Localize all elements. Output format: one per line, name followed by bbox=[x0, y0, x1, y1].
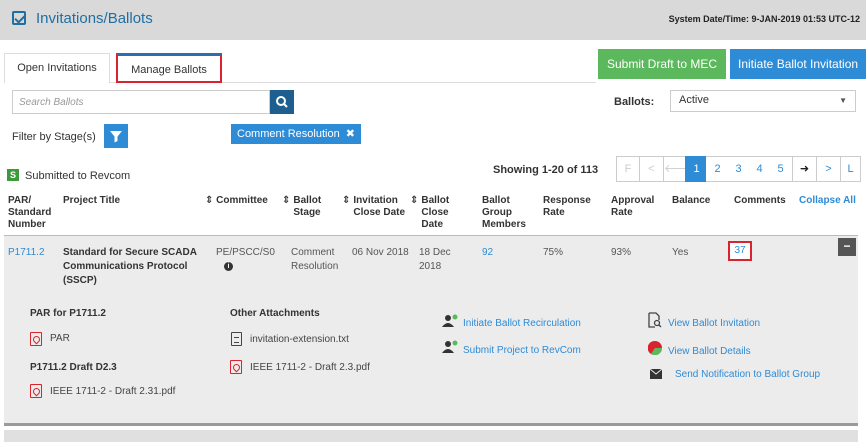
header-par[interactable]: PAR/ Standard Number bbox=[8, 195, 60, 231]
pager-next[interactable]: > bbox=[817, 156, 841, 182]
header-group-members[interactable]: Ballot Group Members bbox=[482, 195, 526, 231]
ballots-select[interactable]: Active ▼ bbox=[670, 90, 856, 112]
project-title-cell: Standard for Secure SCADA Communications… bbox=[63, 247, 197, 286]
ballot-stage-cell: Comment Resolution bbox=[291, 247, 339, 272]
pdf-icon bbox=[30, 332, 42, 346]
system-datetime: System Date/Time: 9-JAN-2019 01:53 UTC-1… bbox=[668, 14, 860, 24]
envelope-icon bbox=[650, 369, 662, 379]
pager-forward-arrow[interactable]: ➜ bbox=[793, 156, 817, 182]
pdf-icon bbox=[230, 360, 242, 374]
header-invitation-close[interactable]: ⇕ Invitation Close Date bbox=[342, 195, 405, 219]
send-notification-link[interactable]: Send Notification to Ballot Group bbox=[675, 369, 820, 380]
filter-stage-label: Filter by Stage(s) bbox=[12, 131, 96, 143]
pager-page-5[interactable]: 5 bbox=[769, 156, 793, 182]
header-approval-rate[interactable]: Approval Rate bbox=[611, 195, 654, 219]
draft-file-link[interactable]: IEEE 1711-2 - Draft 2.31.pdf bbox=[50, 386, 175, 397]
tab-open-invitations[interactable]: Open Invitations bbox=[4, 53, 110, 83]
header-invitation-close-label: Invitation Close Date bbox=[353, 195, 406, 218]
draft-23-link[interactable]: IEEE 1711-2 - Draft 2.3.pdf bbox=[250, 362, 370, 373]
checkbox-icon bbox=[12, 11, 26, 25]
status-text: Submitted to Revcom bbox=[25, 170, 131, 182]
close-icon[interactable]: ✖ bbox=[346, 124, 355, 144]
search-button[interactable] bbox=[270, 90, 294, 114]
top-bar: Invitations/Ballots System Date/Time: 9-… bbox=[0, 0, 866, 40]
chevron-down-icon: ▼ bbox=[839, 96, 847, 105]
stage-filter-chip[interactable]: Comment Resolution ✖ bbox=[231, 124, 361, 144]
pie-chart-icon bbox=[648, 341, 662, 355]
pager-prev[interactable]: < bbox=[640, 156, 664, 182]
status-badge: S bbox=[7, 169, 19, 181]
initiate-recirculation-link[interactable]: Initiate Ballot Recirculation bbox=[463, 318, 581, 329]
ballots-select-value: Active bbox=[679, 94, 709, 106]
sort-icon: ⇕ bbox=[205, 195, 214, 206]
user-add-icon bbox=[442, 340, 458, 353]
results-count: Showing 1-20 of 113 bbox=[493, 164, 599, 176]
filter-icon bbox=[110, 131, 122, 143]
header-response-rate[interactable]: Response Rate bbox=[543, 195, 591, 219]
text-file-icon bbox=[231, 332, 242, 346]
pager-last[interactable]: L bbox=[841, 156, 861, 182]
group-members-link[interactable]: 92 bbox=[482, 246, 493, 260]
document-search-icon bbox=[648, 312, 662, 328]
header-ballot-stage-label: Ballot Stage bbox=[293, 195, 322, 218]
par-link[interactable]: P1711.2 bbox=[8, 246, 45, 260]
view-ballot-details-link[interactable]: View Ballot Details bbox=[668, 346, 751, 357]
info-icon[interactable]: i bbox=[224, 262, 233, 271]
tab-manage-ballots[interactable]: Manage Ballots bbox=[116, 53, 222, 83]
other-attachments-heading: Other Attachments bbox=[230, 308, 320, 319]
sort-icon: ⇕ bbox=[282, 195, 291, 206]
collapse-all-link[interactable]: Collapse All bbox=[799, 195, 856, 207]
header-committee-label: Committee bbox=[216, 195, 268, 206]
par-heading: PAR for P1711.2 bbox=[30, 308, 106, 319]
next-row-divider bbox=[4, 430, 858, 442]
view-ballot-invitation-link[interactable]: View Ballot Invitation bbox=[668, 318, 760, 329]
invitation-close-cell: 06 Nov 2018 bbox=[352, 247, 409, 258]
invitation-extension-link[interactable]: invitation-extension.txt bbox=[250, 334, 349, 345]
header-comments[interactable]: Comments bbox=[734, 195, 786, 207]
search-icon bbox=[276, 96, 288, 108]
par-file-link[interactable]: PAR bbox=[50, 333, 70, 344]
pdf-icon bbox=[30, 384, 42, 398]
stage-filter-chip-label: Comment Resolution bbox=[237, 128, 340, 140]
page-title: Invitations/Ballots bbox=[36, 10, 153, 27]
committee-cell: PE/PSCC/S0 bbox=[216, 247, 275, 258]
response-rate-cell: 75% bbox=[543, 247, 564, 258]
filter-button[interactable] bbox=[104, 124, 128, 148]
collapse-row-button[interactable]: − bbox=[838, 238, 856, 256]
header-ballot-stage[interactable]: ⇕ Ballot Stage bbox=[282, 195, 321, 219]
comments-link[interactable]: 37 bbox=[728, 241, 752, 261]
header-balance[interactable]: Balance bbox=[672, 195, 710, 207]
sort-icon: ⇕ bbox=[342, 195, 351, 206]
user-add-icon bbox=[442, 314, 458, 327]
draft-heading: P1711.2 Draft D2.3 bbox=[30, 362, 117, 373]
balance-cell: Yes bbox=[672, 247, 689, 258]
header-committee[interactable]: ⇕ Committee bbox=[205, 195, 268, 207]
ballot-close-cell: 18 Dec 2018 bbox=[419, 247, 451, 272]
header-project-title[interactable]: Project Title bbox=[63, 195, 120, 207]
header-ballot-close[interactable]: ⇕ Ballot Close Date bbox=[410, 195, 449, 231]
header-ballot-close-label: Ballot Close Date bbox=[421, 195, 450, 230]
search-input[interactable] bbox=[12, 90, 270, 114]
approval-rate-cell: 93% bbox=[611, 247, 632, 258]
initiate-invitation-button[interactable]: Initiate Ballot Invitation bbox=[730, 49, 866, 79]
submit-draft-button[interactable]: Submit Draft to MEC bbox=[598, 49, 726, 79]
ballots-filter-label: Ballots: bbox=[614, 96, 655, 108]
pager-first[interactable]: F bbox=[616, 156, 640, 182]
sort-icon: ⇕ bbox=[410, 195, 419, 206]
submit-to-revcom-link[interactable]: Submit Project to RevCom bbox=[463, 345, 581, 356]
